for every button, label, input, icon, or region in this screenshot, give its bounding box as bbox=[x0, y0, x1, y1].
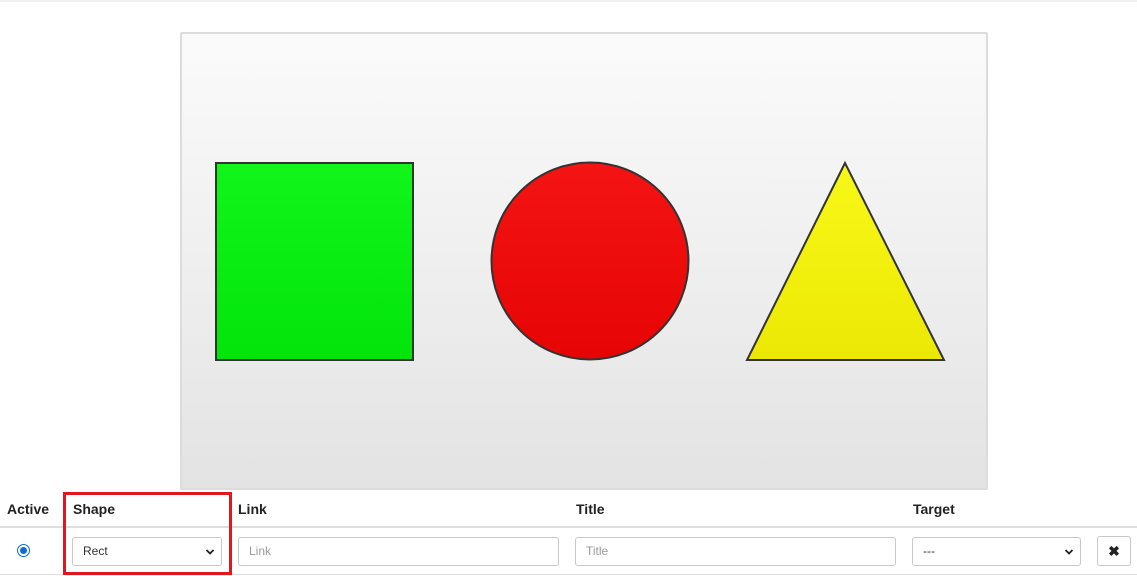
header-target: Target bbox=[913, 501, 955, 517]
title-input-placeholder: Title bbox=[586, 544, 609, 558]
green-square-shape[interactable] bbox=[215, 162, 414, 361]
active-radio[interactable] bbox=[17, 544, 30, 557]
close-icon: ✖ bbox=[1108, 543, 1120, 559]
header-link: Link bbox=[238, 501, 267, 517]
header-active: Active bbox=[7, 501, 50, 517]
target-select-value: --- bbox=[923, 544, 935, 558]
yellow-triangle-shape[interactable] bbox=[745, 160, 946, 361]
link-input-placeholder: Link bbox=[249, 544, 272, 558]
shapes-drawing bbox=[215, 160, 946, 361]
title-input[interactable]: Title bbox=[575, 537, 896, 566]
red-circle-shape[interactable] bbox=[490, 161, 690, 361]
shape-column-highlight bbox=[63, 492, 232, 575]
link-input[interactable]: Link bbox=[238, 537, 559, 566]
target-select[interactable]: --- bbox=[912, 537, 1081, 566]
chevron-down-icon bbox=[1064, 549, 1074, 555]
remove-row-button[interactable]: ✖ bbox=[1097, 536, 1131, 566]
shape-canvas[interactable] bbox=[180, 32, 988, 490]
top-border bbox=[0, 0, 1137, 2]
header-title: Title bbox=[576, 501, 605, 517]
